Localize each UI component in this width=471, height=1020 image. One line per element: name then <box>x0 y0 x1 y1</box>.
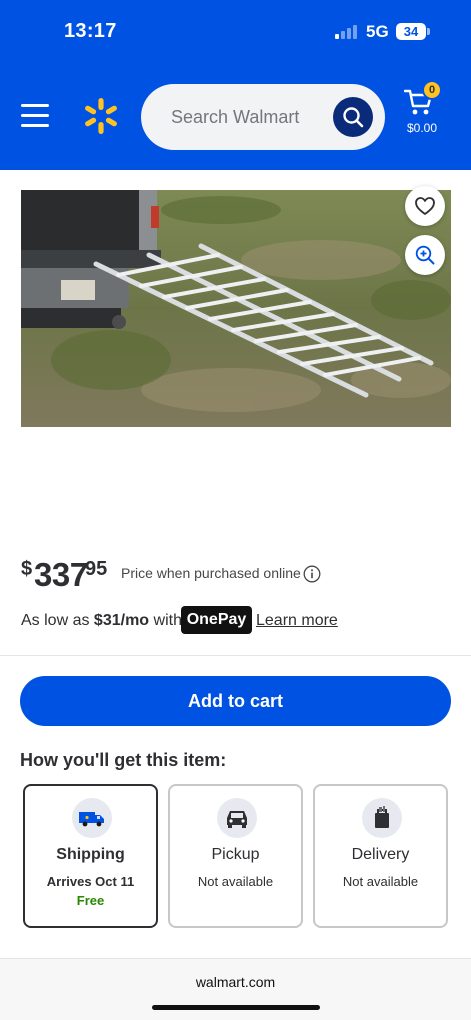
price-note: Price when purchased online <box>121 565 301 581</box>
cart-count-badge: 0 <box>422 80 442 100</box>
zoom-in-icon <box>415 245 435 265</box>
fulfillment-option-pickup[interactable]: Pickup Not available <box>168 784 303 928</box>
option-status: Arrives Oct 11 <box>46 874 135 889</box>
bag-icon <box>362 798 402 838</box>
option-status: Not available <box>197 874 274 889</box>
heart-icon <box>415 197 435 215</box>
onepay-logo: OnePay <box>181 606 252 634</box>
menu-icon[interactable] <box>21 104 49 128</box>
battery-tip <box>427 28 430 35</box>
fulfillment-option-shipping[interactable]: Shipping Arrives Oct 11 Free <box>23 784 158 928</box>
walmart-spark-icon[interactable] <box>82 96 120 136</box>
option-status: Not available <box>342 874 419 889</box>
cart-button[interactable]: 0 $0.00 <box>400 80 444 140</box>
search-icon <box>343 107 364 128</box>
divider <box>0 655 471 656</box>
option-label: Pickup <box>211 846 260 863</box>
status-time: 13:17 <box>64 20 117 42</box>
signal-icon <box>335 25 359 39</box>
fulfillment-option-delivery[interactable]: Delivery Not available <box>313 784 448 928</box>
learn-more-link[interactable]: Learn more <box>256 612 338 630</box>
add-to-cart-button[interactable]: Add to cart <box>20 676 451 726</box>
cart-total: $0.00 <box>406 121 438 135</box>
price-dollars: 337 <box>34 556 88 593</box>
price-cents: 95 <box>85 558 108 580</box>
status-bar: 13:17 5G 34 <box>0 0 471 62</box>
search-input[interactable]: Search Walmart <box>141 84 385 150</box>
home-indicator[interactable] <box>152 1005 320 1010</box>
product-image[interactable] <box>21 190 451 427</box>
option-label: Shipping <box>56 846 125 863</box>
car-icon <box>217 798 257 838</box>
search-button[interactable] <box>333 97 373 137</box>
truck-icon <box>72 798 112 838</box>
financing-amount: $31/mo <box>93 612 150 629</box>
browser-bottom-bar: walmart.com <box>0 958 471 1020</box>
price-currency: $ <box>21 558 33 580</box>
financing-text: As low as $31/mo with <box>21 612 182 629</box>
browser-url[interactable]: walmart.com <box>0 974 471 990</box>
option-price: Free <box>76 893 105 908</box>
zoom-button[interactable] <box>405 235 445 275</box>
fulfillment-title: How you'll get this item: <box>20 750 227 770</box>
search-placeholder: Search Walmart <box>171 107 300 127</box>
info-icon[interactable] <box>303 565 321 583</box>
favorite-button[interactable] <box>405 186 445 226</box>
battery-icon: 34 <box>396 23 426 40</box>
app-header: 13:17 5G 34 Search Walmart 0 $0.00 <box>0 0 471 170</box>
network-label: 5G <box>366 22 389 41</box>
option-label: Delivery <box>351 846 410 863</box>
